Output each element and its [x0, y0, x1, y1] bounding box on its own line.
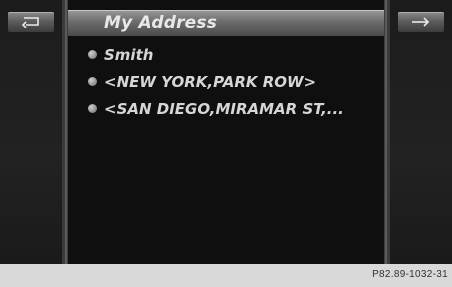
address-entry-icon: [88, 50, 97, 59]
screen: My Address Smith <NEW YORK,PARK ROW> <SA…: [0, 0, 452, 264]
address-entry-icon: [88, 104, 97, 113]
title-bar[interactable]: My Address: [68, 10, 384, 36]
list-item[interactable]: Smith: [68, 42, 384, 69]
enter-button[interactable]: [398, 12, 444, 32]
figure-code: P82.89-1032-31: [372, 269, 448, 280]
figure-footer: P82.89-1032-31: [0, 264, 452, 287]
left-panel: [0, 0, 64, 264]
list-item-label: <SAN DIEGO,MIRAMAR ST,...: [104, 100, 344, 118]
right-panel: [388, 0, 452, 264]
address-list: Smith <NEW YORK,PARK ROW> <SAN DIEGO,MIR…: [68, 42, 384, 123]
main-panel: My Address Smith <NEW YORK,PARK ROW> <SA…: [68, 0, 384, 264]
address-entry-icon: [88, 77, 97, 86]
page-title: My Address: [104, 13, 218, 33]
back-arrow-icon: [21, 17, 39, 28]
list-item[interactable]: <SAN DIEGO,MIRAMAR ST,...: [68, 96, 384, 123]
list-item[interactable]: <NEW YORK,PARK ROW>: [68, 69, 384, 96]
list-item-label: <NEW YORK,PARK ROW>: [104, 73, 317, 91]
enter-arrow-icon: [412, 17, 430, 27]
back-button[interactable]: [8, 12, 54, 32]
list-item-label: Smith: [104, 46, 154, 64]
